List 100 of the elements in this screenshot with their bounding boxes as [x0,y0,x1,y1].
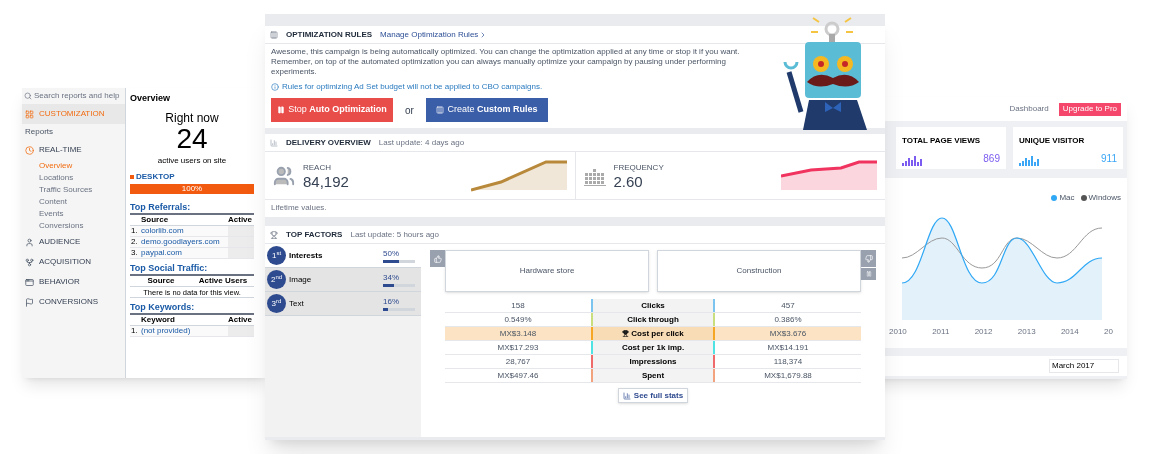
table-cell-text: MX$1,679.88 [763,369,813,382]
thumbs-up-icon [433,254,442,263]
stop-optimization-button[interactable]: Stop Auto Optimization [271,98,393,122]
table-cell-text: 118,374 [772,355,804,368]
factor-name: Image [289,273,313,286]
factor-name: Interests [289,249,324,262]
column-header: Source [141,213,170,226]
sidebar-subitem[interactable]: Events [22,208,125,220]
sidebar-subitem[interactable]: Locations [22,172,125,184]
table-cell-text: MX$497.46 [496,369,540,382]
pause-button[interactable] [861,268,876,280]
panel-title: TOP FACTORS [286,228,343,241]
factor-item[interactable]: 3$^{rd}$ Text 16% [265,292,421,316]
trophy-icon [270,230,278,239]
table-cell-text: MX$3.676 [768,327,808,340]
metric-cell: Cost per 1k imp. [591,341,715,354]
table-cell-text: 1. [130,224,139,237]
axis-label: 2012 [974,326,993,338]
axis-label: 2010 [889,326,907,338]
ad-name: Hardware store [519,265,575,277]
sidebar-subitem[interactable]: Content [22,196,125,208]
description-text: Awesome, this campaign is being automatically optimized. You can change the optimization applied at any time or stop it if you want. Remember, on top of the automated optimization you can always manually optimize your campaign by pausing under performing experiments. [270,47,741,77]
legend-label: Mac [1059,192,1075,204]
column-header: Keyword [141,313,176,326]
card-value: 911 [1101,152,1117,166]
upgrade-button[interactable]: Upgrade to Pro [1058,102,1121,116]
sidebar-item[interactable]: CONVERSIONS [22,292,125,312]
table-link[interactable]: demo.goodlayers.com [141,235,228,248]
column-header: Source [146,274,176,287]
sidebar-icon [25,109,34,119]
device-label: DESKTOP [136,170,175,183]
right-now-heading: Right now [165,111,219,124]
metric-label: REACH [303,162,332,174]
axis-label: 2014 [1060,326,1079,338]
sidebar-item[interactable]: AUDIENCE [22,232,125,252]
table-link[interactable]: paypal.com [141,246,228,259]
bar-label: 100% [181,182,203,195]
metric-value: 2.60 [613,174,644,189]
see-full-stats-button[interactable]: See full stats [617,388,689,403]
sidebar-item[interactable]: BEHAVIOR [22,272,125,292]
factor-name: Text [289,297,305,310]
people-icon [273,164,295,187]
rank-badge: 3$^{rd}$ [267,294,286,313]
thumbs-down-icon [864,254,873,263]
chart-icon [622,391,631,400]
pause-icon [865,271,872,277]
pause-icon [277,106,286,114]
sidebar-subitem[interactable]: Conversions [22,220,125,232]
sidebar-icon [25,297,34,307]
last-update: Last update: 5 hours ago [350,228,439,241]
table-cell-text: 2. [130,235,139,248]
sidebar-icon [25,257,34,267]
metric-cell: Impressions [591,355,715,368]
card-value: 869 [983,152,1000,166]
panel-title: OPTIMIZATION RULES [286,28,373,41]
metric-value: 84,192 [303,174,349,189]
trophy-icon [622,330,630,337]
active-users-caption: active users on site [157,154,227,167]
page-title: Overview [130,92,172,105]
column-header: Active [228,213,253,226]
column-header: Active [228,313,253,326]
table-cell-text: 457 [780,299,796,312]
table-link[interactable]: colorlib.com [141,224,228,237]
table-cell-text: MX$17.293 [496,341,540,354]
factor-percent: 34% [383,272,400,284]
card-title: TOTAL PAGE VIEWS [902,135,982,147]
metric-cell: Cost per click [591,327,715,340]
last-update: Last update: 4 days ago [378,136,465,149]
sidebar-item[interactable]: ACQUISITION [22,252,125,272]
rank-badge: 1$^{st}$ [267,246,286,265]
search-icon [24,92,32,100]
table-cell-text: 28,767 [504,355,532,368]
thumbs-down-button[interactable] [861,250,876,267]
rank-badge: 2$^{nd}$ [267,270,286,289]
thumbs-up-button[interactable] [430,250,445,267]
factor-percent: 16% [383,296,400,308]
info-note: Rules for optimizing Ad Set budget will not be applied to CBO campaigns. [282,81,543,93]
legend-square-icon [130,174,134,179]
info-icon [271,83,279,91]
table-link[interactable]: (not provided) [141,324,228,337]
factor-item[interactable]: 2$^{nd}$ Image 34% [265,268,421,292]
month-select[interactable]: March 2017 [1049,359,1119,373]
metric-cell: Spent [591,369,715,382]
dashboard-link[interactable]: Dashboard [1009,103,1049,115]
create-rules-button[interactable]: Create Custom Rules [425,98,548,122]
table-cell-text: 3. [130,246,139,259]
panel-title: DELIVERY OVERVIEW [286,136,371,149]
axis-label: 2013 [1017,326,1036,338]
section-label: Reports [24,126,54,138]
legend-label: Windows [1088,192,1121,204]
sidebar-icon [25,277,34,287]
factor-item[interactable]: 1$^{st}$ Interests 50% [265,244,421,268]
manage-rules-link[interactable]: Manage Optimization Rules [380,28,479,41]
footer-note: Lifetime values. [270,202,328,214]
axis-label: 20 [1104,326,1113,338]
sidebar-item[interactable]: REAL-TIME [22,140,125,160]
sidebar-subitem[interactable]: Traffic Sources [22,184,125,196]
sidebar-icon [25,145,34,155]
search-field[interactable]: Search reports and help [34,90,126,102]
table-cell-text: MX$14.191 [766,341,810,354]
